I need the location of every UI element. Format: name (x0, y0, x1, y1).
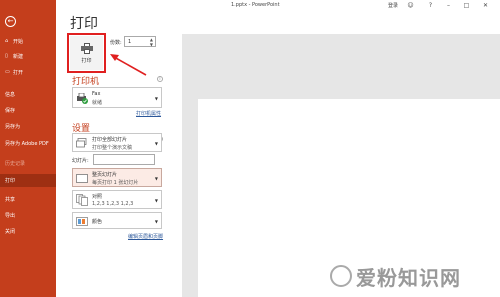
watermark-logo-icon (330, 265, 352, 287)
spin-arrows-icon[interactable]: ▲ ▼ (150, 37, 153, 47)
backstage-sidebar: ← ⌂ 开始 ▯ 新建 ▭ 打开 信息 保存 另存为 另存为 Adobe PDF 历史… (0, 0, 56, 297)
sidebar-item-save[interactable]: 保存 (0, 104, 56, 116)
printer-section-heading: 打印机 (72, 77, 100, 87)
slides-input[interactable] (93, 154, 155, 165)
full-page-slide-icon (76, 174, 88, 183)
printer-dropdown[interactable]: Fax 就绪 ▼ (72, 87, 162, 108)
back-arrow-icon[interactable]: ← (5, 16, 16, 27)
slides-label: 幻灯片: (72, 158, 89, 164)
print-button-label: 打印 (81, 57, 92, 64)
sidebar-item-new[interactable]: ▯ 新建 (0, 50, 56, 62)
page-title: 打印 (70, 16, 98, 32)
annotation-arrow (110, 54, 147, 76)
close-icon[interactable]: ✕ (481, 1, 490, 10)
home-icon: ⌂ (5, 38, 9, 44)
collate-dropdown[interactable]: 对照 1,2,3 1,2,3 1,2,3 ▼ (72, 190, 162, 209)
window-title: 1.pptx - PowerPoint (231, 2, 280, 8)
printer-status: 就绪 (92, 100, 103, 106)
folder-icon: ▭ (5, 69, 10, 75)
printer-name: Fax (92, 91, 101, 97)
copies-value: 1 (128, 39, 132, 45)
print-range-dropdown[interactable]: 打印全部幻灯片 打印整个演示文稿 ▼ (72, 133, 162, 152)
print-button-face: 打印 (70, 36, 103, 70)
sidebar-item-print[interactable]: 打印 (0, 174, 56, 187)
color-title: 颜色 (92, 219, 103, 225)
print-button[interactable]: 打印 (67, 33, 106, 73)
chevron-down-icon: ▼ (154, 175, 158, 181)
sidebar-item-save-as[interactable]: 另存为 (0, 120, 56, 132)
chevron-down-icon: ▼ (154, 95, 158, 101)
color-dropdown[interactable]: 颜色 ▼ (72, 212, 162, 229)
sidebar-item-history[interactable]: 历史记录 (0, 157, 56, 169)
sidebar-item-share[interactable]: 共享 (0, 193, 56, 205)
printer-properties-link[interactable]: 打印机属性 (136, 110, 161, 117)
info-icon[interactable]: i (157, 76, 163, 82)
sidebar-item-save-as-pdf[interactable]: 另存为 Adobe PDF (0, 136, 50, 152)
sidebar-item-close[interactable]: 关闭 (0, 225, 56, 237)
color-swatch-icon (76, 217, 88, 226)
printer-icon (80, 42, 93, 54)
chevron-down-icon: ▼ (154, 197, 158, 203)
print-range-desc: 打印整个演示文稿 (92, 145, 133, 151)
copies-label: 份数: (110, 40, 122, 46)
edit-header-footer-link[interactable]: 编辑页眉和页脚 (128, 233, 163, 240)
minimize-icon[interactable]: – (444, 1, 453, 10)
collate-desc: 1,2,3 1,2,3 1,2,3 (92, 201, 134, 207)
sign-in-link[interactable]: 登录 (388, 2, 398, 9)
fax-printer-icon (77, 93, 88, 104)
help-icon[interactable]: ? (426, 1, 435, 10)
collate-icon (76, 194, 88, 206)
chevron-down-icon: ▼ (154, 140, 158, 146)
slides-stack-icon (76, 138, 87, 148)
copies-stepper[interactable]: 1 ▲ ▼ (124, 36, 156, 47)
maximize-icon[interactable]: □ (462, 1, 471, 10)
layout-title: 整页幻灯片 (92, 172, 118, 178)
sidebar-item-open[interactable]: ▭ 打开 (0, 66, 56, 78)
layout-dropdown[interactable]: 整页幻灯片 每页打印 1 张幻灯片 ▼ (72, 168, 162, 187)
smiley-icon[interactable]: ☺ (406, 1, 415, 10)
chevron-down-icon: ▼ (154, 218, 158, 224)
print-range-title: 打印全部幻灯片 (92, 137, 128, 143)
sidebar-item-export[interactable]: 导出 (0, 209, 56, 221)
sidebar-item-info[interactable]: 信息 (0, 88, 56, 100)
watermark-text: 爱粉知识网 (356, 266, 461, 290)
new-file-icon: ▯ (5, 53, 8, 59)
layout-desc: 每页打印 1 张幻灯片 (92, 180, 139, 186)
collate-title: 对照 (92, 194, 103, 200)
title-bar: 1.pptx - PowerPoint 登录 ☺ ? – □ ✕ (56, 0, 500, 11)
sidebar-item-home[interactable]: ⌂ 开始 (0, 35, 56, 47)
